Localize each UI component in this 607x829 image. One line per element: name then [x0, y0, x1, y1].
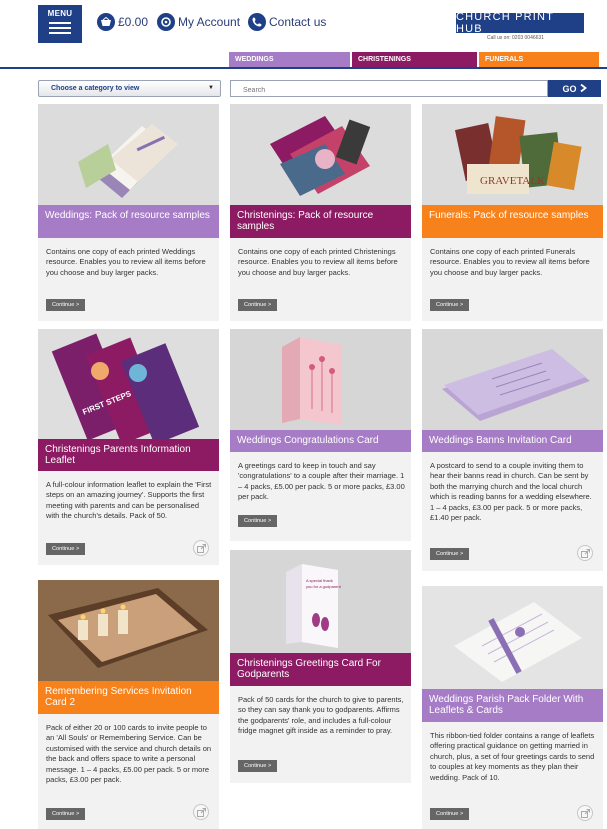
product-description: Contains one copy of each printed Weddin…	[46, 247, 206, 277]
product-description: Pack of either 20 or 100 cards to invite…	[46, 723, 212, 785]
continue-button[interactable]: Continue >	[46, 808, 86, 820]
svg-text:GRAVETALK: GRAVETALK	[480, 175, 545, 187]
product-card: Weddings Banns Invitation Card A postcar…	[422, 329, 603, 571]
product-card: Weddings Parish Pack Folder With Leaflet…	[422, 586, 603, 829]
product-description: A full-colour information leaflet to exp…	[46, 480, 212, 521]
product-description: A postcard to send to a couple inviting …	[430, 461, 592, 523]
christening-samples-image[interactable]	[230, 104, 411, 205]
svg-text:you for a godparent: you for a godparent	[306, 584, 342, 589]
continue-button[interactable]: Continue >	[46, 299, 86, 311]
site-header: MENU £0.00 My Account Contact us CHURCH …	[0, 0, 607, 70]
hamburger-icon	[49, 22, 71, 34]
brand-logo[interactable]: CHURCH PRINT HUB	[456, 11, 584, 35]
share-icon[interactable]	[577, 545, 593, 561]
product-card: Weddings Congratulations Card A greeting…	[230, 329, 411, 541]
continue-button[interactable]: Continue >	[238, 760, 278, 772]
account-icon	[157, 13, 175, 31]
account-label: My Account	[178, 15, 241, 29]
continue-button[interactable]: Continue >	[46, 543, 86, 555]
product-title[interactable]: Christenings Parents Information Leaflet	[38, 439, 219, 471]
product-card: Remembering Services Invitation Card 2 P…	[38, 580, 219, 829]
svg-text:A special thank: A special thank	[306, 578, 333, 583]
phone-icon	[248, 13, 266, 31]
go-button[interactable]: GO	[548, 80, 601, 97]
caret-down-icon: ▼	[208, 85, 214, 91]
postcard-image[interactable]	[422, 329, 603, 430]
menu-button[interactable]: MENU	[38, 5, 82, 43]
account-link[interactable]: My Account	[157, 12, 240, 32]
product-description: Contains one copy of each printed Christ…	[238, 247, 398, 277]
chevron-right-icon	[579, 83, 587, 94]
go-label: GO	[562, 83, 577, 94]
product-card: A special thank you for a godparent Chri…	[230, 550, 411, 783]
share-icon[interactable]	[577, 805, 593, 821]
basket-link[interactable]: £0.00	[97, 12, 148, 32]
product-description: This ribbon-tied folder contains a range…	[430, 731, 595, 782]
folder-image[interactable]	[422, 586, 603, 689]
basket-icon	[97, 13, 115, 31]
product-card: FIRST STEPS Christenings Parents Informa…	[38, 329, 219, 565]
continue-button[interactable]: Continue >	[430, 299, 470, 311]
funeral-samples-image[interactable]: GRAVETALK	[422, 104, 603, 205]
basket-total: £0.00	[118, 15, 149, 29]
category-tabs: WEDDINGS CHRISTENINGS FUNERALS	[229, 52, 601, 67]
share-icon[interactable]	[193, 804, 209, 820]
product-card: Weddings: Pack of resource samples Conta…	[38, 104, 219, 321]
header-divider	[0, 67, 607, 69]
product-title[interactable]: Remembering Services Invitation Card 2	[38, 681, 219, 714]
tab-christenings[interactable]: CHRISTENINGS	[352, 52, 477, 67]
leaflet-image[interactable]: FIRST STEPS	[38, 329, 219, 439]
contact-label: Contact us	[269, 15, 327, 29]
brand-phone: Call us on: 0203 0046631	[487, 35, 544, 41]
product-title[interactable]: Weddings Parish Pack Folder With Leaflet…	[422, 689, 603, 722]
product-title[interactable]: Funerals: Pack of resource samples	[422, 205, 603, 238]
candles-image[interactable]	[38, 580, 219, 681]
search-input[interactable]	[230, 80, 548, 97]
continue-button[interactable]: Continue >	[238, 515, 278, 527]
godparents-card-image[interactable]: A special thank you for a godparent	[230, 550, 411, 653]
card-image[interactable]	[230, 329, 411, 430]
category-select[interactable]: Choose a category to view ▼	[38, 80, 221, 97]
product-card: GRAVETALK Funerals: Pack of resource sam…	[422, 104, 603, 321]
category-select-value: Choose a category to view	[51, 85, 140, 92]
product-description: A greetings card to keep in touch and sa…	[238, 461, 405, 502]
tab-funerals[interactable]: FUNERALS	[479, 52, 599, 67]
product-title[interactable]: Weddings Congratulations Card	[230, 430, 411, 452]
continue-button[interactable]: Continue >	[430, 808, 470, 820]
wedding-samples-image[interactable]	[38, 104, 219, 205]
continue-button[interactable]: Continue >	[238, 299, 278, 311]
share-icon[interactable]	[193, 540, 209, 556]
product-title[interactable]: Christenings Greetings Card For Godparen…	[230, 653, 411, 686]
product-card: Christenings: Pack of resource samples C…	[230, 104, 411, 321]
menu-label: MENU	[47, 9, 73, 18]
product-description: Pack of 50 cards for the church to give …	[238, 695, 404, 736]
contact-link[interactable]: Contact us	[248, 12, 326, 32]
product-title[interactable]: Weddings Banns Invitation Card	[422, 430, 603, 452]
product-title[interactable]: Christenings: Pack of resource samples	[230, 205, 411, 238]
continue-button[interactable]: Continue >	[430, 548, 470, 560]
product-title[interactable]: Weddings: Pack of resource samples	[38, 205, 219, 238]
tab-weddings[interactable]: WEDDINGS	[229, 52, 350, 67]
product-description: Contains one copy of each printed Funera…	[430, 247, 590, 277]
